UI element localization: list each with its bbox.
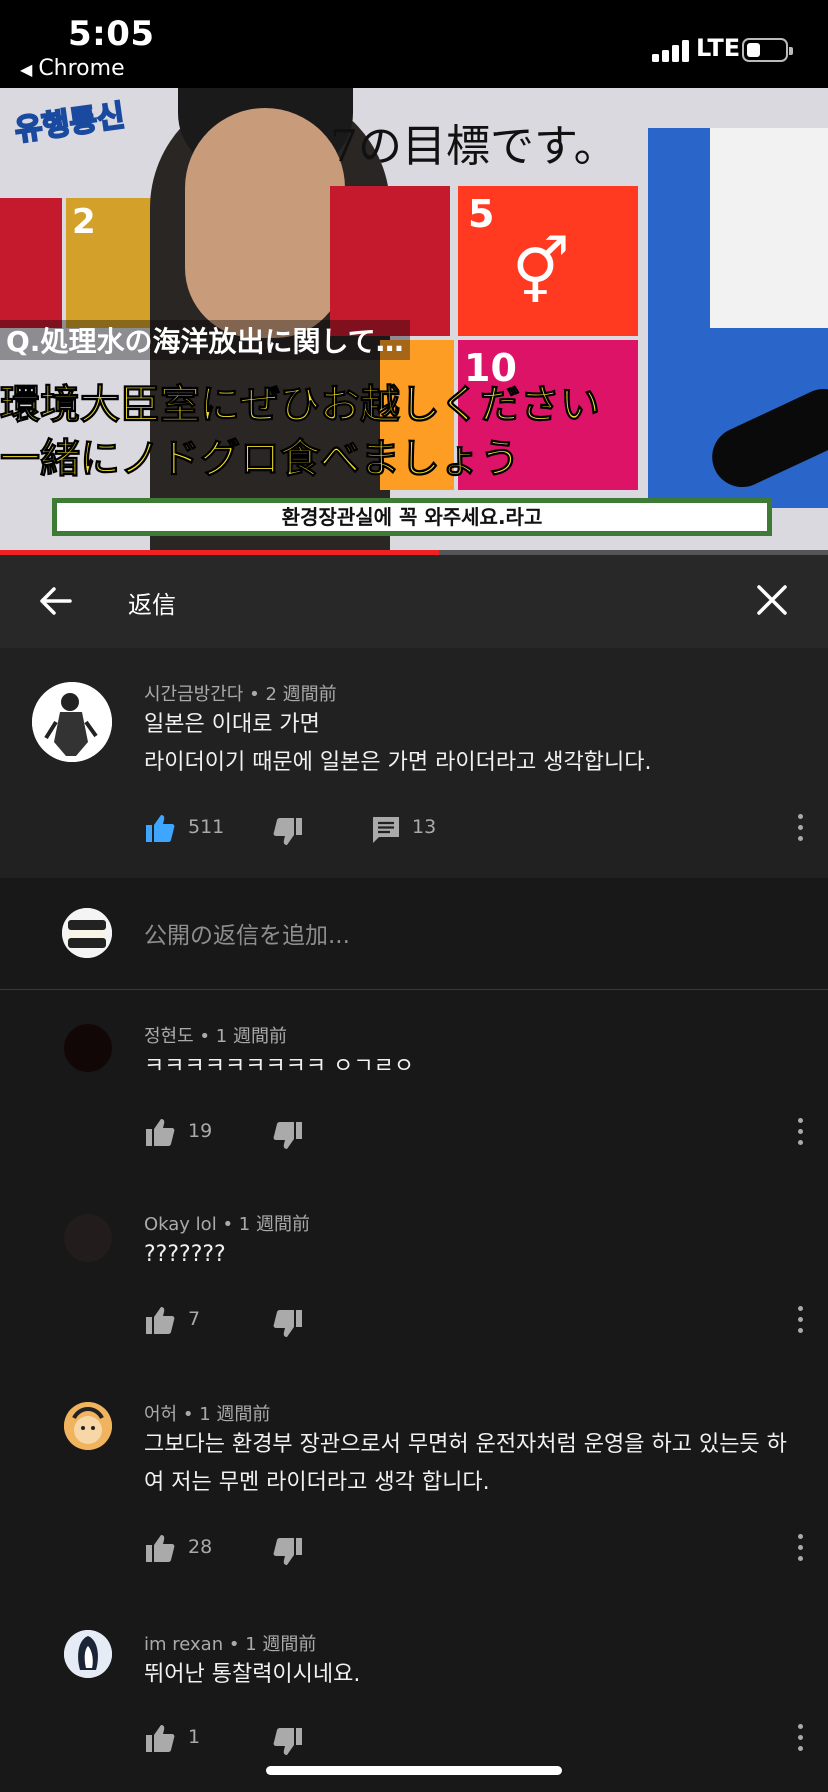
battery-icon xyxy=(742,38,793,62)
like-count: 511 xyxy=(188,816,225,838)
like-count: 7 xyxy=(188,1308,201,1330)
meta-separator: • xyxy=(228,1634,240,1655)
more-options-icon[interactable] xyxy=(796,1534,804,1562)
battery-level xyxy=(747,43,760,57)
comment-actions: 19 xyxy=(144,1114,804,1150)
avatar[interactable] xyxy=(64,1630,112,1678)
comment-text: 그보다는 환경부 장관으로서 무면허 운전자처럼 운영을 하고 있는듯 하 여 … xyxy=(144,1432,787,1495)
reply-input[interactable]: 公開の返信を追加... xyxy=(144,916,350,950)
reply-comment-icon[interactable] xyxy=(370,814,402,846)
comment-author[interactable]: im rexan xyxy=(144,1634,223,1655)
thumbs-up-icon[interactable] xyxy=(144,1304,176,1336)
thumbs-down-icon[interactable] xyxy=(272,816,304,848)
thumbs-up-icon[interactable] xyxy=(144,1722,176,1754)
sdg-tile-left-1 xyxy=(0,198,62,328)
thumbs-down-icon[interactable] xyxy=(272,1726,304,1758)
meta-separator: • xyxy=(249,684,260,705)
reply-count: 13 xyxy=(412,816,437,838)
more-options-icon[interactable] xyxy=(796,1306,804,1334)
comment-time: 1 週間前 xyxy=(199,1404,271,1425)
comment-actions: 511 13 xyxy=(144,810,804,846)
jp-caption-line-2: 一緒にノドグロ食べましょう xyxy=(0,436,521,483)
replies-header: 返信 xyxy=(0,555,828,648)
more-options-icon[interactable] xyxy=(796,1118,804,1146)
comment-time: 2 週間前 xyxy=(265,684,337,705)
comment-actions: 1 xyxy=(144,1720,804,1756)
sdg-tile-5: 5 ⚥ xyxy=(458,186,638,336)
penguin-avatar-image xyxy=(64,1630,112,1678)
korean-subtitle: 환경장관실에 꼭 와주세요.라고 xyxy=(52,498,772,536)
comment-text: ??????? xyxy=(144,1242,226,1267)
video-player[interactable]: 2 7の目標です。 5 ⚥ 10 유행통신 Q.処理水の海洋放出に関して… 環境大… xyxy=(0,88,828,550)
comment-actions: 7 xyxy=(144,1302,804,1338)
back-app-label: Chrome xyxy=(38,56,125,81)
comment-time: 1 週間前 xyxy=(245,1634,317,1655)
speaker-face xyxy=(185,108,345,338)
thumbs-down-icon[interactable] xyxy=(272,1120,304,1152)
replies-title: 返信 xyxy=(128,591,176,619)
avatar xyxy=(62,908,112,958)
comment-author[interactable]: 어허 xyxy=(144,1404,177,1425)
comment-text: 일본은 이대로 가면 라이더이기 때문에 일본은 가면 라이더라고 생각합니다. xyxy=(144,712,652,775)
comment-text: ㅋㅋㅋㅋㅋㅋㅋㅋㅋ ㅇㄱㄹㅇ xyxy=(144,1054,415,1079)
parent-comment: 시간금방간다 • 2 週間前 일본은 이대로 가면 라이더이기 때문에 일본은 … xyxy=(0,648,828,878)
jp-caption-question: Q.処理水の海洋放出に関して… xyxy=(0,320,410,360)
close-icon[interactable] xyxy=(755,583,789,617)
comment-author[interactable]: Okay lol xyxy=(144,1214,217,1235)
comment-time: 1 週間前 xyxy=(215,1026,287,1047)
comment-author[interactable]: 시간금방간다 xyxy=(144,684,243,705)
signal-icon xyxy=(652,38,692,62)
avatar-illustration xyxy=(32,682,112,762)
back-to-app-link[interactable]: ◀ Chrome xyxy=(20,56,125,81)
thumbs-up-icon[interactable] xyxy=(144,812,176,844)
thumbs-down-icon[interactable] xyxy=(272,1536,304,1568)
comment-author[interactable]: 정현도 xyxy=(144,1026,194,1047)
arrow-left-icon[interactable] xyxy=(38,583,74,619)
avatar[interactable] xyxy=(64,1214,112,1262)
avatar[interactable] xyxy=(64,1024,112,1072)
jp-caption-line-1: 環境大臣室にぜひお越しください xyxy=(0,382,601,429)
list-item: 어허 • 1 週間前 그보다는 환경부 장관으로서 무면허 운전자처럼 운영을 … xyxy=(0,1370,828,1600)
cartoon-avatar-image xyxy=(64,1402,112,1450)
more-options-icon[interactable] xyxy=(796,1724,804,1752)
like-count: 19 xyxy=(188,1120,213,1142)
list-item: im rexan • 1 週間前 뛰어난 통찰력이시네요. 1 xyxy=(0,1600,828,1792)
thumbs-up-icon[interactable] xyxy=(144,1116,176,1148)
comment-actions: 28 xyxy=(144,1530,804,1566)
add-reply-row[interactable]: 公開の返信を追加... xyxy=(0,878,828,990)
sdg-tile-4 xyxy=(330,186,450,336)
list-item: 정현도 • 1 週間前 ㅋㅋㅋㅋㅋㅋㅋㅋㅋ ㅇㄱㄹㅇ 19 xyxy=(0,990,828,1180)
more-options-icon[interactable] xyxy=(796,814,804,842)
like-count: 1 xyxy=(188,1726,201,1748)
video-headline: 7の目標です。 xyxy=(330,121,618,172)
thumbs-down-icon[interactable] xyxy=(272,1308,304,1340)
meta-separator: • xyxy=(182,1404,194,1425)
like-count: 28 xyxy=(188,1536,213,1558)
comment-text: 뛰어난 통찰력이시네요. xyxy=(144,1662,361,1687)
thumbs-up-icon[interactable] xyxy=(144,1532,176,1564)
back-triangle-icon: ◀ xyxy=(20,60,33,79)
avatar[interactable] xyxy=(32,682,112,762)
status-time: 5:05 xyxy=(68,14,155,54)
comment-time: 1 週間前 xyxy=(238,1214,310,1235)
meta-separator: • xyxy=(199,1026,211,1047)
list-item: Okay lol • 1 週間前 ??????? 7 xyxy=(0,1180,828,1370)
avatar[interactable] xyxy=(64,1402,112,1450)
home-indicator[interactable] xyxy=(266,1766,562,1775)
status-bar: 5:05 ◀ Chrome LTE xyxy=(0,0,828,88)
meta-separator: • xyxy=(222,1214,234,1235)
sandwich-avatar-image xyxy=(62,908,112,958)
network-label: LTE xyxy=(696,34,741,62)
